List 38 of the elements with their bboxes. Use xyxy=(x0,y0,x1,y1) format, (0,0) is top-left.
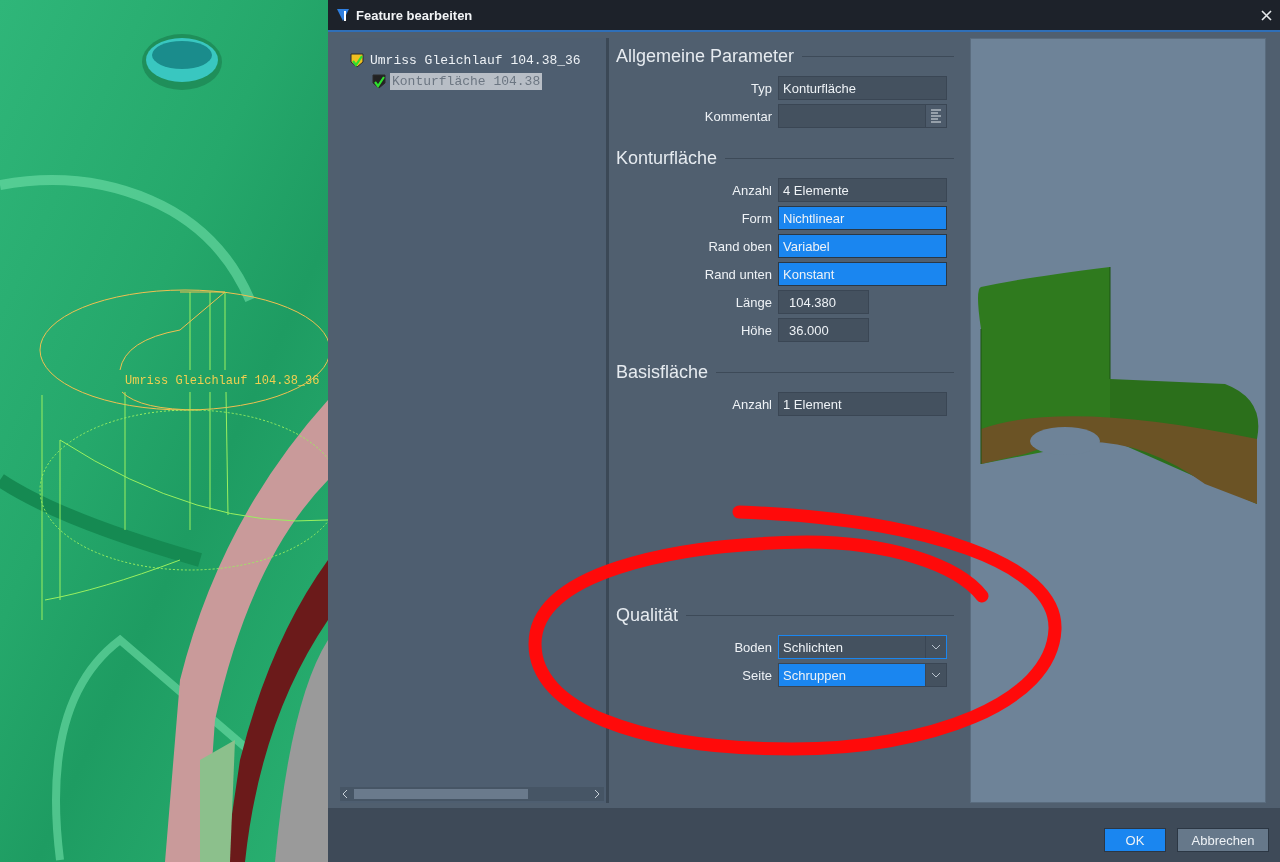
app-logo-icon xyxy=(336,7,350,23)
field-label: Boden xyxy=(733,639,773,655)
dialog-button[interactable]: OK xyxy=(1104,828,1166,852)
window-title: Feature bearbeiten xyxy=(356,7,474,23)
dropdown[interactable]: Schlichten xyxy=(778,635,947,659)
section-title: Allgemeine Parameter xyxy=(616,45,795,67)
input-field[interactable]: Variabel xyxy=(778,234,947,258)
field-label: Anzahl xyxy=(731,182,773,198)
comment-field[interactable] xyxy=(778,104,947,128)
input-field[interactable]: Nichtlinear xyxy=(778,206,947,230)
horizontal-scrollbar[interactable] xyxy=(340,787,604,801)
field-label: Rand oben xyxy=(707,238,773,254)
text-lines-icon[interactable] xyxy=(929,108,943,124)
input-field[interactable]: 36.000 xyxy=(778,318,869,342)
input-field[interactable]: Konstant xyxy=(778,262,947,286)
field-label: Seite xyxy=(741,667,773,683)
chevron-down-icon[interactable] xyxy=(931,644,941,650)
tree-item[interactable]: Umriss Gleichlauf 104.38_36 xyxy=(368,52,583,69)
section-title: Konturfläche xyxy=(616,147,718,169)
input-field[interactable]: 4 Elemente xyxy=(778,178,947,202)
field-label: Anzahl xyxy=(731,396,773,412)
close-icon[interactable] xyxy=(1261,9,1272,21)
dropdown[interactable]: Schruppen xyxy=(778,663,947,687)
section-title: Qualität xyxy=(616,604,679,626)
field-label: Höhe xyxy=(739,322,773,338)
input-field[interactable]: 1 Element xyxy=(778,392,947,416)
field-label: Kommentar xyxy=(703,108,773,124)
section-title: Basisfläche xyxy=(616,361,709,383)
field-label: Form xyxy=(740,210,773,226)
feature-icon xyxy=(372,74,386,89)
input-field[interactable]: 104.380 xyxy=(778,290,869,314)
feature-icon xyxy=(350,53,364,68)
chevron-down-icon[interactable] xyxy=(931,672,941,678)
dialog-button[interactable]: Abbrechen xyxy=(1177,828,1269,852)
field-label: Rand unten xyxy=(703,266,773,282)
field-label: Länge xyxy=(734,294,773,310)
field-label: Typ xyxy=(750,80,773,96)
input-field[interactable]: Konturfläche xyxy=(778,76,947,100)
